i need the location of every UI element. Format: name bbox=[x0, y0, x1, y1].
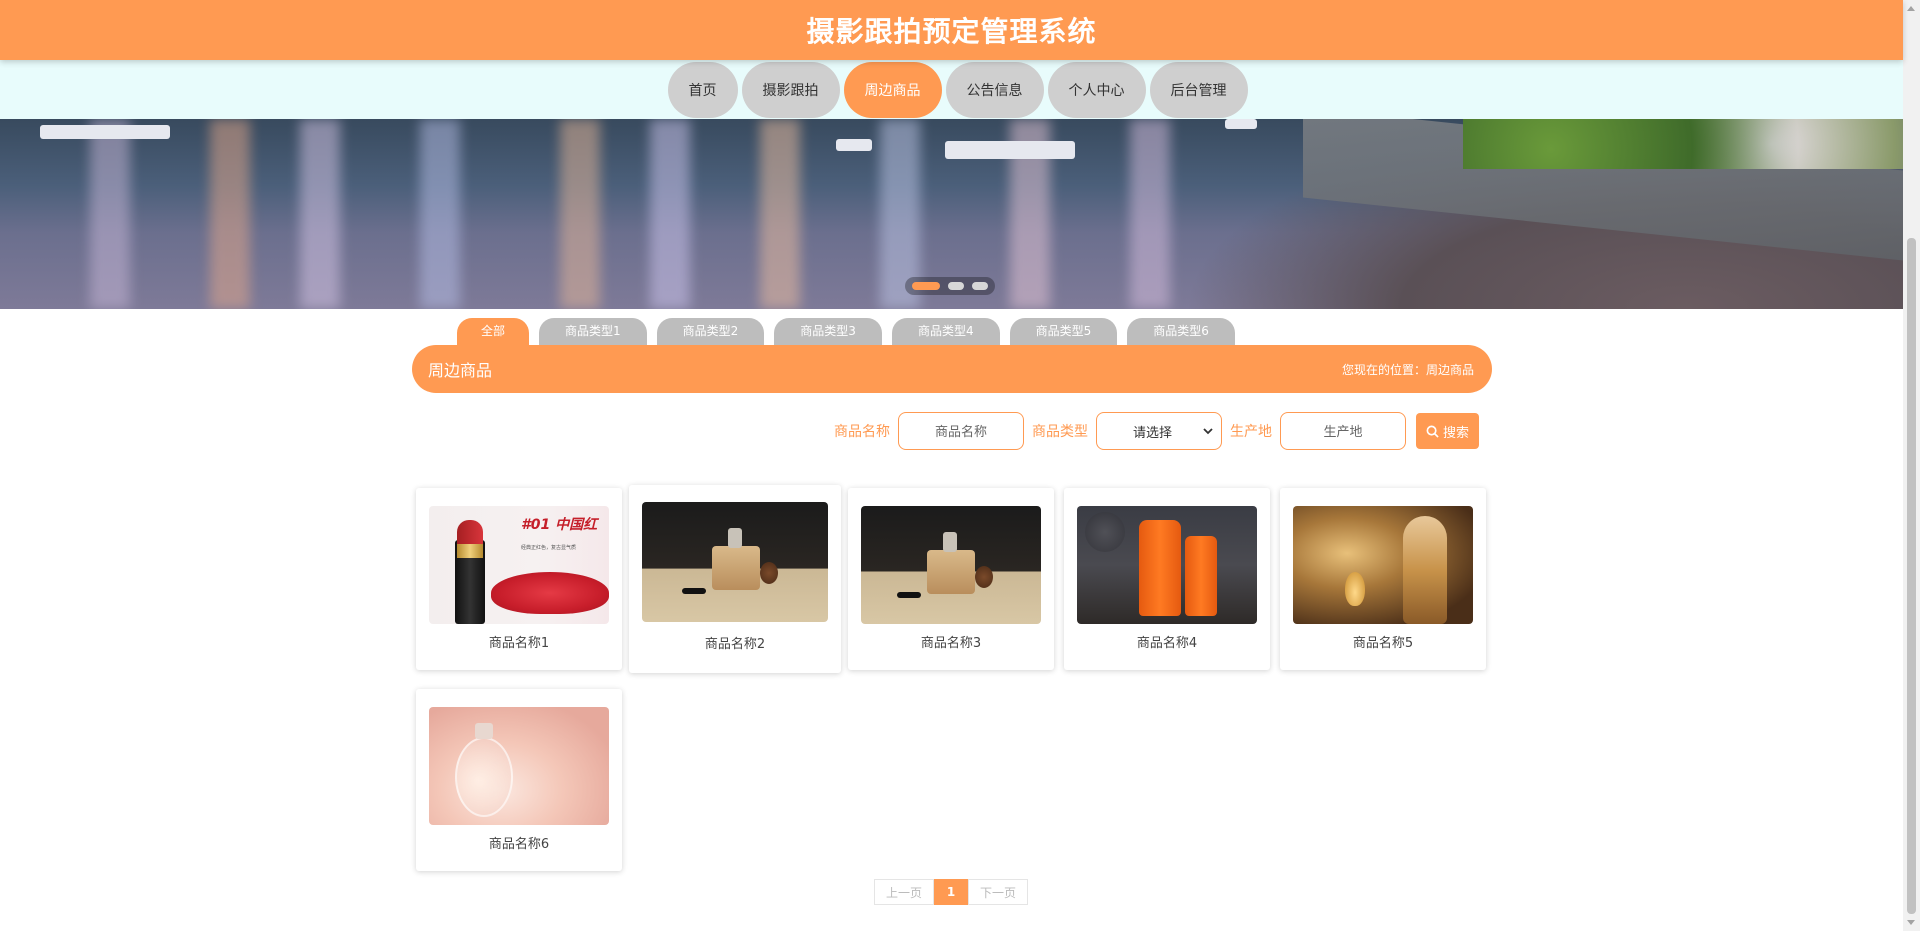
pagination: 上一页 1 下一页 bbox=[874, 879, 1028, 905]
nav-item-photography[interactable]: 摄影跟拍 bbox=[741, 61, 840, 118]
nav-item-products[interactable]: 周边商品 bbox=[843, 61, 942, 118]
sunscreen-image bbox=[1077, 506, 1257, 624]
lipstick-image: #01 中国红 经典正红色，复古显气质 bbox=[429, 506, 609, 624]
product-card[interactable]: 商品名称2 bbox=[629, 485, 841, 673]
type-label: 商品类型 bbox=[1031, 424, 1088, 440]
product-name: 商品名称4 bbox=[1136, 636, 1198, 651]
type-select[interactable]: 请选择 bbox=[1095, 412, 1222, 450]
product-card[interactable]: 商品名称3 bbox=[848, 488, 1054, 670]
vertical-scrollbar[interactable] bbox=[1903, 0, 1920, 931]
tab-type-6[interactable]: 商品类型6 bbox=[1127, 318, 1235, 348]
section-title-bar: 周边商品 您现在的位置：周边商品 bbox=[412, 345, 1492, 393]
boat-image bbox=[836, 139, 872, 151]
search-icon bbox=[1426, 425, 1439, 438]
product-name: 商品名称3 bbox=[920, 636, 982, 651]
product-name: 商品名称2 bbox=[704, 637, 766, 652]
search-button[interactable]: 搜索 bbox=[1415, 413, 1479, 449]
product-name: 商品名称5 bbox=[1352, 636, 1414, 651]
carousel-dot[interactable] bbox=[972, 282, 988, 290]
tab-all[interactable]: 全部 bbox=[457, 318, 530, 348]
next-page-button[interactable]: 下一页 bbox=[968, 879, 1028, 905]
product-card[interactable]: 商品名称6 bbox=[416, 689, 622, 871]
product-card[interactable]: #01 中国红 经典正红色，复古显气质 商品名称1 bbox=[416, 488, 622, 670]
lipstick-headline: #01 中国红 bbox=[521, 517, 598, 533]
page-title: 周边商品 bbox=[428, 361, 493, 380]
type-select-value: 请选择 bbox=[1132, 425, 1172, 441]
name-label: 商品名称 bbox=[833, 424, 890, 440]
perfume-ad-image bbox=[1293, 506, 1473, 624]
tab-type-5[interactable]: 商品类型5 bbox=[1009, 318, 1118, 348]
name-input[interactable] bbox=[897, 412, 1024, 450]
scroll-up-icon[interactable] bbox=[1907, 6, 1915, 11]
perfume-bottle-image bbox=[429, 707, 609, 825]
search-button-label: 搜索 bbox=[1442, 425, 1469, 441]
origin-label: 生产地 bbox=[1229, 424, 1272, 440]
breadcrumb: 您现在的位置：周边商品 bbox=[1341, 362, 1474, 377]
boat-image bbox=[945, 141, 1075, 159]
tab-type-4[interactable]: 商品类型4 bbox=[891, 318, 1000, 348]
banner-carousel[interactable] bbox=[0, 119, 1903, 309]
tab-type-3[interactable]: 商品类型3 bbox=[774, 318, 882, 348]
incense-burner-image bbox=[861, 506, 1041, 624]
chevron-down-icon bbox=[1203, 427, 1213, 434]
origin-input[interactable] bbox=[1279, 412, 1406, 450]
product-card[interactable]: 商品名称5 bbox=[1280, 488, 1486, 670]
lipstick-subtitle: 经典正红色，复古显气质 bbox=[521, 545, 577, 551]
current-page[interactable]: 1 bbox=[934, 879, 968, 905]
tab-type-2[interactable]: 商品类型2 bbox=[656, 318, 765, 348]
main-nav: 首页 摄影跟拍 周边商品 公告信息 个人中心 后台管理 bbox=[0, 60, 1903, 119]
scrollbar-thumb[interactable] bbox=[1907, 238, 1916, 914]
nav-item-admin[interactable]: 后台管理 bbox=[1149, 61, 1248, 118]
app-title: 摄影跟拍预定管理系统 bbox=[806, 15, 1097, 48]
boat-image bbox=[40, 125, 170, 139]
category-tabs: 全部 商品类型1 商品类型2 商品类型3 商品类型4 商品类型5 商品类型6 bbox=[457, 318, 1235, 348]
nav-item-home[interactable]: 首页 bbox=[667, 61, 738, 118]
scroll-down-icon[interactable] bbox=[1907, 920, 1915, 925]
carousel-indicators bbox=[905, 277, 995, 295]
product-name: 商品名称6 bbox=[488, 837, 550, 852]
search-form: 商品名称 商品类型 请选择 生产地 搜索 bbox=[834, 412, 1479, 450]
app-header: 摄影跟拍预定管理系统 bbox=[0, 0, 1903, 60]
nav-item-personal-center[interactable]: 个人中心 bbox=[1047, 61, 1146, 118]
carousel-dot[interactable] bbox=[912, 282, 940, 290]
nav-item-announcements[interactable]: 公告信息 bbox=[945, 61, 1044, 118]
product-card[interactable]: 商品名称4 bbox=[1064, 488, 1270, 670]
tab-type-1[interactable]: 商品类型1 bbox=[539, 318, 647, 348]
carousel-dot[interactable] bbox=[948, 282, 964, 290]
incense-burner-image bbox=[642, 502, 828, 622]
product-name: 商品名称1 bbox=[488, 636, 550, 651]
prev-page-button[interactable]: 上一页 bbox=[874, 879, 934, 905]
